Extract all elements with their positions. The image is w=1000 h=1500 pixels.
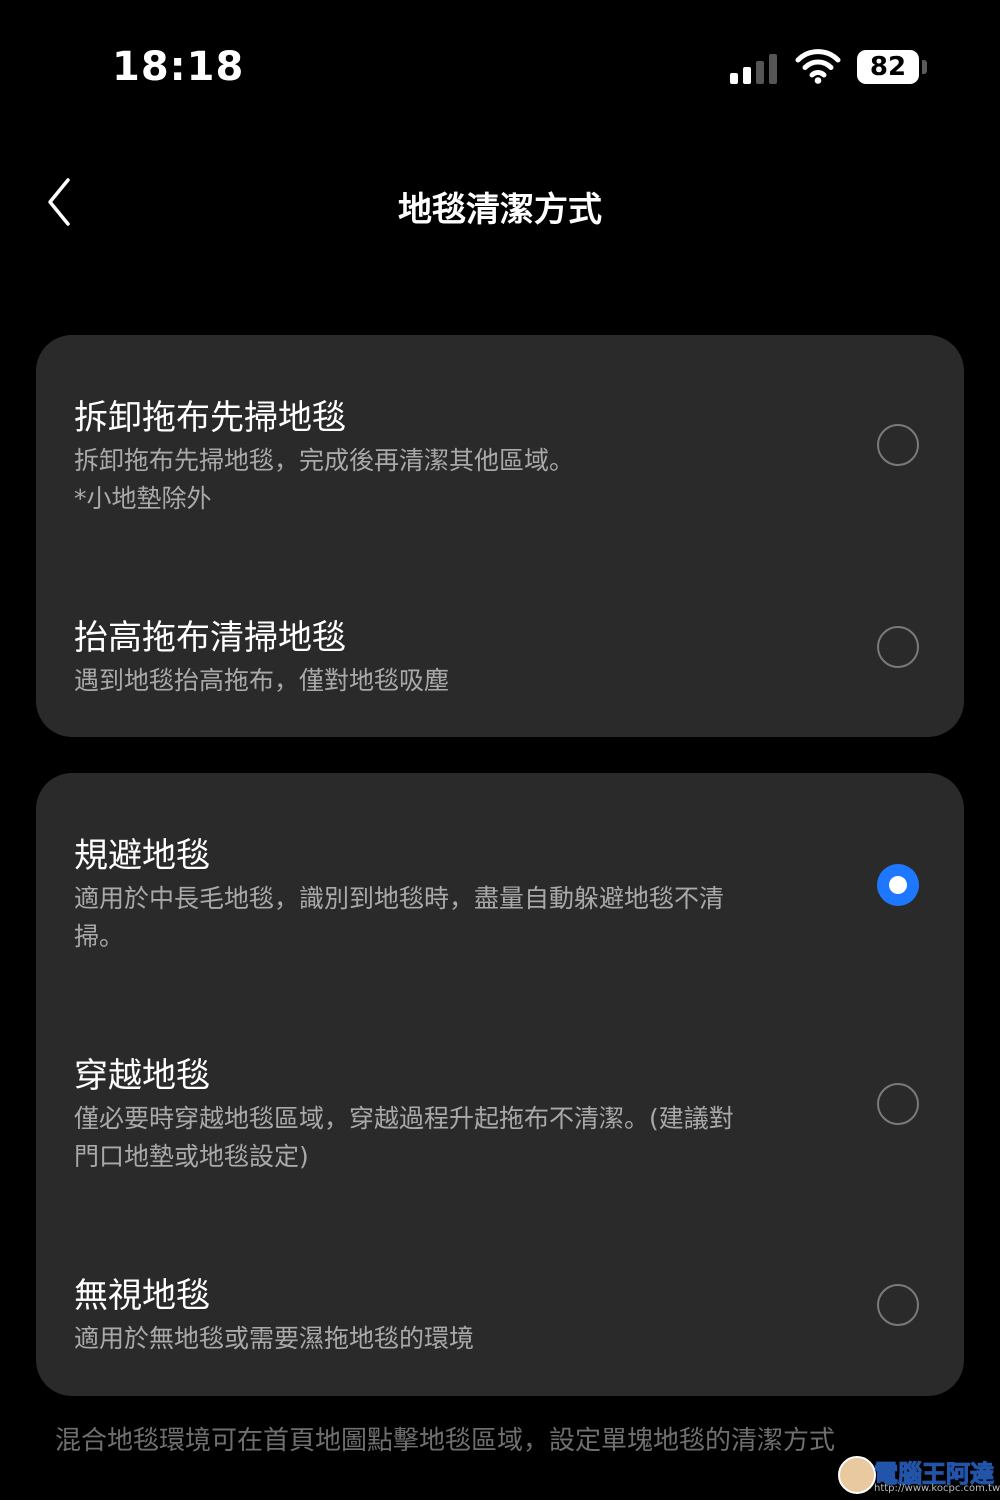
nav-header: 地毯清潔方式 <box>0 160 1000 250</box>
option-title: 抬高拖布清掃地毯 <box>74 618 346 658</box>
option-avoid-carpet[interactable]: 規避地毯 適用於中長毛地毯，識別到地毯時，盡量自動躲避地毯不清 掃。 <box>36 828 964 998</box>
option-description-line: 門口地墊或地毯設定) <box>74 1142 309 1171</box>
radio-button[interactable] <box>877 1083 919 1125</box>
option-title: 拆卸拖布先掃地毯 <box>74 398 346 438</box>
wifi-icon <box>795 49 841 84</box>
option-description-line: 適用於無地毯或需要濕拖地毯的環境 <box>74 1324 475 1353</box>
watermark-url: http://www.kocpc.com.tw <box>874 1483 1000 1494</box>
radio-button[interactable] <box>877 424 919 466</box>
battery-level: 82 <box>869 52 907 82</box>
mascot-icon <box>838 1456 876 1494</box>
cellular-signal-icon <box>730 54 780 84</box>
option-description-line: 僅必要時穿越地毯區域，穿越過程升起拖布不清潔。(建議對 <box>74 1104 734 1133</box>
footer-hint: 混合地毯環境可在首頁地圖點擊地毯區域，設定單塊地毯的清潔方式 <box>55 1426 836 1456</box>
status-bar: 18:18 82 <box>0 0 1000 130</box>
status-time: 18:18 <box>112 44 245 90</box>
option-title: 規避地毯 <box>74 836 210 876</box>
option-group-mop-handling: 拆卸拖布先掃地毯 拆卸拖布先掃地毯，完成後再清潔其他區域。 *小地墊除外 抬高拖… <box>36 335 964 737</box>
option-description-line: 掃。 <box>74 922 125 951</box>
battery-indicator: 82 <box>857 50 919 84</box>
battery-tip <box>922 60 927 74</box>
option-description: 適用於無地毯或需要濕拖地毯的環境 <box>74 1320 814 1358</box>
option-title: 無視地毯 <box>74 1276 210 1316</box>
option-description: 拆卸拖布先掃地毯，完成後再清潔其他區域。 *小地墊除外 <box>74 442 814 518</box>
option-description: 適用於中長毛地毯，識別到地毯時，盡量自動躲避地毯不清 掃。 <box>74 880 814 956</box>
radio-button-selected[interactable] <box>877 864 919 906</box>
option-description: 僅必要時穿越地毯區域，穿越過程升起拖布不清潔。(建議對 門口地墊或地毯設定) <box>74 1100 814 1176</box>
option-ignore-carpet[interactable]: 無視地毯 適用於無地毯或需要濕拖地毯的環境 <box>36 1268 964 1368</box>
option-description-line: 適用於中長毛地毯，識別到地毯時，盡量自動躲避地毯不清 <box>74 884 725 913</box>
option-description-line: *小地墊除外 <box>74 484 212 513</box>
option-title: 穿越地毯 <box>74 1056 210 1096</box>
option-description: 遇到地毯抬高拖布，僅對地毯吸塵 <box>74 662 814 700</box>
radio-button[interactable] <box>877 1284 919 1326</box>
option-description-line: 遇到地毯抬高拖布，僅對地毯吸塵 <box>74 666 450 695</box>
page-title: 地毯清潔方式 <box>398 190 602 230</box>
option-group-carpet-behavior: 規避地毯 適用於中長毛地毯，識別到地毯時，盡量自動躲避地毯不清 掃。 穿越地毯 … <box>36 773 964 1396</box>
option-cross-carpet[interactable]: 穿越地毯 僅必要時穿越地毯區域，穿越過程升起拖布不清潔。(建議對 門口地墊或地毯… <box>36 1048 964 1218</box>
option-lift-mop[interactable]: 抬高拖布清掃地毯 遇到地毯抬高拖布，僅對地毯吸塵 <box>36 610 964 710</box>
option-remove-mop-first[interactable]: 拆卸拖布先掃地毯 拆卸拖布先掃地毯，完成後再清潔其他區域。 *小地墊除外 <box>36 390 964 560</box>
radio-button[interactable] <box>877 626 919 668</box>
watermark-logo: 電腦王阿達 http://www.kocpc.com.tw <box>830 1452 1000 1498</box>
option-description-line: 拆卸拖布先掃地毯，完成後再清潔其他區域。 <box>74 446 575 475</box>
